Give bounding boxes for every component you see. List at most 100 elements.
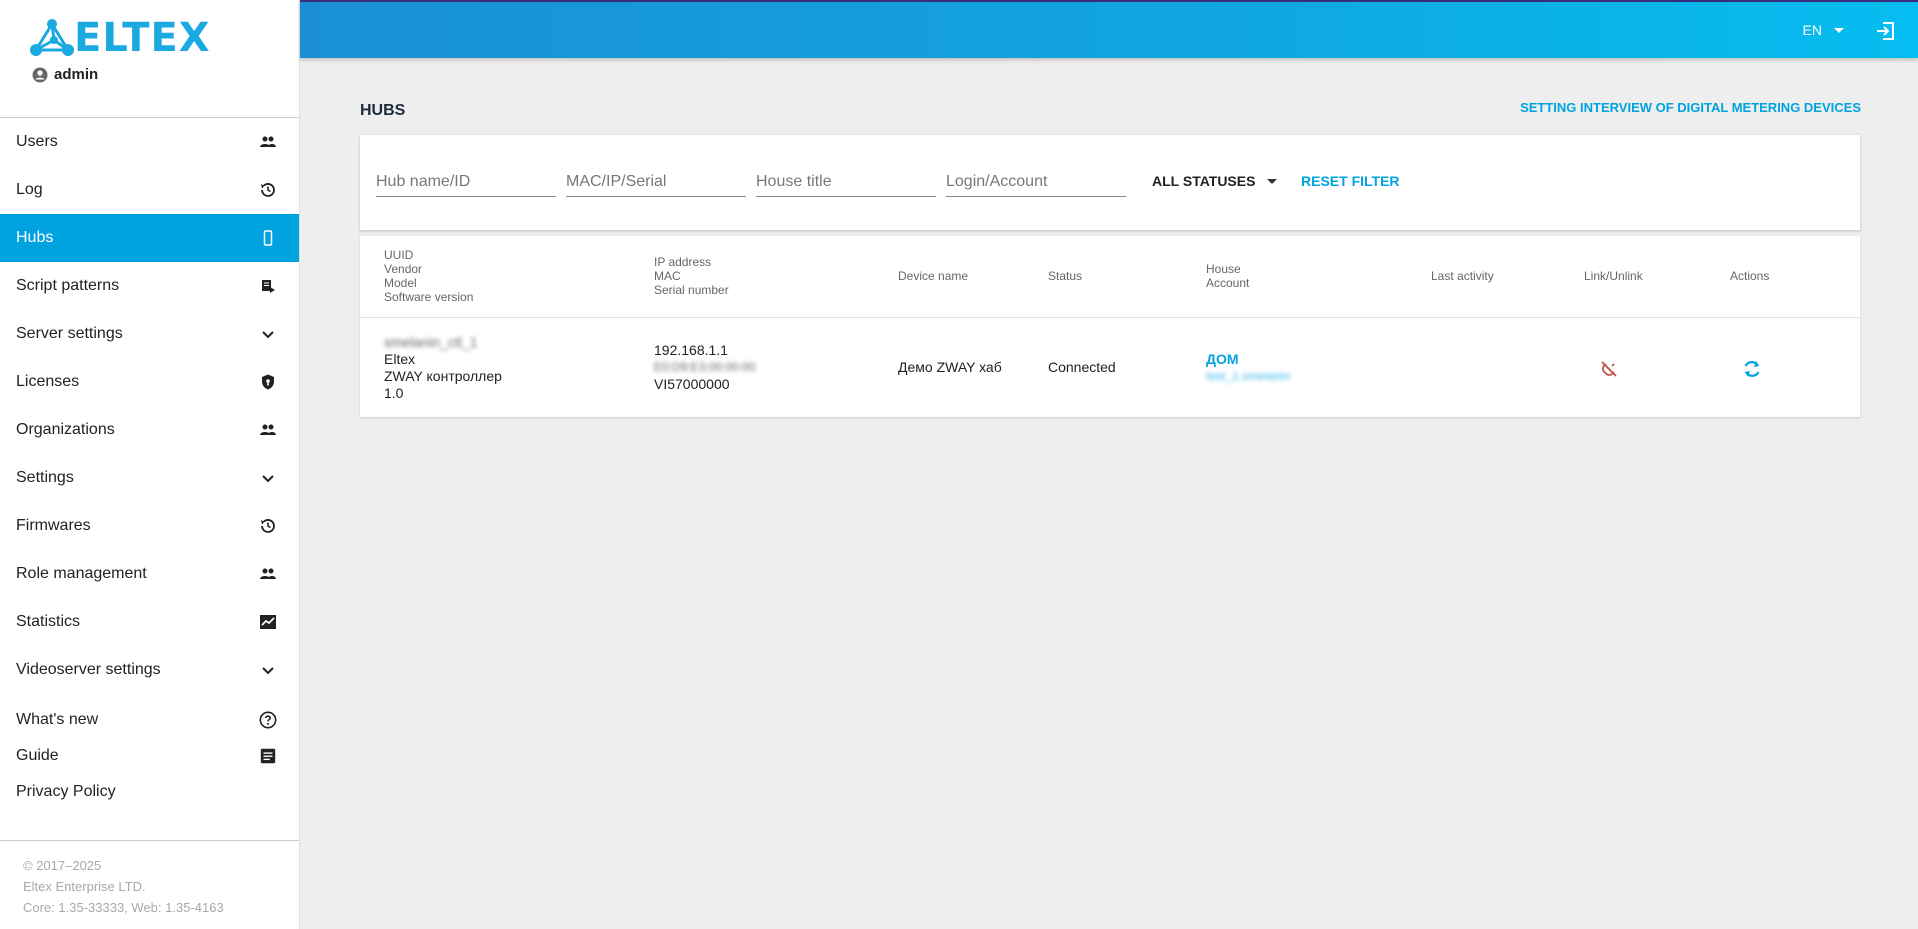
logout-icon: [1877, 22, 1894, 40]
table-row[interactable]: smelanin_ctl_1 Eltex ZWAY контроллер 1.0…: [360, 318, 1860, 416]
account-link[interactable]: test_1.smelanin: [1206, 368, 1290, 385]
header-device-name: Device name: [898, 269, 969, 283]
sidebar-item-label: Script patterns: [16, 277, 120, 294]
sidebar-item-label: What's new: [16, 711, 99, 728]
sidebar-item-users[interactable]: Users: [0, 118, 299, 166]
chevron-down-icon: [259, 325, 277, 343]
language-value: EN: [1802, 22, 1822, 38]
cell-house: ДОМ test_1.smelanin: [1206, 351, 1290, 385]
sidebar-item-settings[interactable]: Settings: [0, 454, 299, 502]
reset-filter-button[interactable]: RESET FILTER: [1301, 173, 1400, 189]
sidebar-item-statistics[interactable]: Statistics: [0, 598, 299, 646]
header-vendor: Vendor: [384, 262, 423, 276]
help-circle-icon: [259, 711, 277, 729]
sidebar-item-videoserver-settings[interactable]: Videoserver settings: [0, 646, 299, 694]
logo-text: ELTEX: [74, 15, 211, 61]
sidebar-item-label: Hubs: [16, 229, 54, 246]
sidebar-item-label: Licenses: [16, 373, 80, 390]
cell-network: 192.168.1.1 E0:D9:E3:00:00:00 VI57000000: [654, 342, 755, 393]
language-select[interactable]: EN: [1803, 22, 1844, 38]
header-status: Status: [1048, 269, 1083, 283]
cell-mac: E0:D9:E3:00:00:00: [654, 360, 756, 374]
unlink-button[interactable]: [1598, 358, 1620, 380]
setting-interview-link[interactable]: SETTING INTERVIEW OF DIGITAL METERING DE…: [1520, 100, 1861, 115]
house-title-input[interactable]: [756, 167, 936, 197]
hubs-table: UUID Vendor Model Software version IP ad…: [360, 236, 1860, 417]
document-icon: [259, 747, 277, 765]
sidebar-item-organizations[interactable]: Organizations: [0, 406, 299, 454]
cell-model: ZWAY контроллер: [384, 368, 502, 384]
script-icon: [259, 277, 277, 295]
header-house: House: [1206, 262, 1241, 276]
sidebar-item-guide[interactable]: Guide: [0, 738, 299, 774]
sidebar-item-label: Users: [16, 133, 58, 150]
status-select[interactable]: ALL STATUSES: [1152, 173, 1278, 189]
sidebar-menu: Users Log Hubs Script patterns Server se…: [0, 118, 299, 694]
top-bar: EN: [300, 0, 1918, 58]
sidebar-item-label: Statistics: [16, 613, 81, 630]
user-name: admin: [54, 66, 99, 83]
sidebar-item-label: Videoserver settings: [16, 661, 161, 678]
account-circle-icon: [32, 67, 48, 82]
brand-block: ELTEX admin: [0, 0, 299, 118]
header-uuid: UUID: [384, 248, 414, 262]
chevron-down-icon: [259, 469, 277, 487]
sidebar-item-log[interactable]: Log: [0, 166, 299, 214]
page-title: HUBS: [360, 102, 406, 119]
shield-icon: [259, 373, 277, 391]
cell-serial: VI57000000: [654, 376, 730, 392]
table-header: UUID Vendor Model Software version IP ad…: [360, 236, 1860, 318]
sidebar-item-server-settings[interactable]: Server settings: [0, 310, 299, 358]
header-serial-number: Serial number: [654, 283, 729, 297]
cell-device-name: Демо ZWAY хаб: [898, 359, 1002, 375]
sidebar-item-privacy-policy[interactable]: Privacy Policy: [0, 774, 299, 810]
chevron-down-icon: [259, 661, 277, 679]
sidebar-item-whats-new[interactable]: What's new: [0, 702, 299, 738]
phone-icon: [259, 229, 277, 247]
sync-icon: [1744, 361, 1760, 377]
mac-ip-serial-input[interactable]: [566, 167, 746, 197]
caret-down-icon: [1834, 27, 1844, 33]
cell-status: Connected: [1048, 359, 1116, 375]
header-link-unlink: Link/Unlink: [1584, 269, 1643, 283]
sidebar-item-hubs[interactable]: Hubs: [0, 214, 299, 262]
login-account-input[interactable]: [946, 167, 1126, 197]
status-select-value: ALL STATUSES: [1152, 173, 1256, 189]
sidebar-item-script-patterns[interactable]: Script patterns: [0, 262, 299, 310]
sidebar-item-label: Log: [16, 181, 43, 198]
sidebar-footer: © 2017–2025 Eltex Enterprise LTD. Core: …: [0, 840, 299, 929]
hub-name-input[interactable]: [376, 167, 556, 197]
sidebar-item-firmwares[interactable]: Firmwares: [0, 502, 299, 550]
history-icon: [259, 517, 277, 535]
chart-icon: [259, 613, 277, 631]
company-name: Eltex Enterprise LTD.: [23, 879, 146, 894]
sidebar-item-label: Privacy Policy: [16, 783, 116, 800]
sidebar-secondary-menu: What's new Guide Privacy Policy: [0, 702, 299, 810]
version-info: Core: 1.35-33333, Web: 1.35-4163: [23, 900, 224, 915]
sidebar-item-label: Firmwares: [16, 517, 91, 534]
logo[interactable]: ELTEX: [28, 15, 299, 61]
sidebar-item-role-management[interactable]: Role management: [0, 550, 299, 598]
copyright: © 2017–2025: [23, 858, 102, 873]
sidebar-item-licenses[interactable]: Licenses: [0, 358, 299, 406]
cell-uuid: smelanin_ctl_1: [384, 334, 478, 350]
header-last-activity: Last activity: [1431, 269, 1494, 283]
user-info[interactable]: admin: [32, 66, 299, 83]
eltex-logo-icon: [30, 19, 74, 56]
people-icon: [259, 421, 277, 439]
header-account: Account: [1206, 276, 1250, 290]
header-actions: Actions: [1730, 269, 1770, 283]
cell-vendor: Eltex: [384, 351, 416, 367]
column-header-network: IP address MAC Serial number: [654, 255, 729, 297]
cell-ip: 192.168.1.1: [654, 342, 728, 358]
people-icon: [259, 133, 277, 151]
sync-button[interactable]: [1741, 358, 1763, 380]
header-model: Model: [384, 276, 417, 290]
column-header-house: House Account: [1206, 262, 1249, 290]
header-software-version: Software version: [384, 290, 474, 304]
history-icon: [259, 181, 277, 199]
caret-down-icon: [1267, 178, 1278, 184]
sidebar-item-label: Server settings: [16, 325, 123, 342]
logout-button[interactable]: [1874, 20, 1896, 42]
house-link[interactable]: ДОМ: [1206, 351, 1290, 368]
